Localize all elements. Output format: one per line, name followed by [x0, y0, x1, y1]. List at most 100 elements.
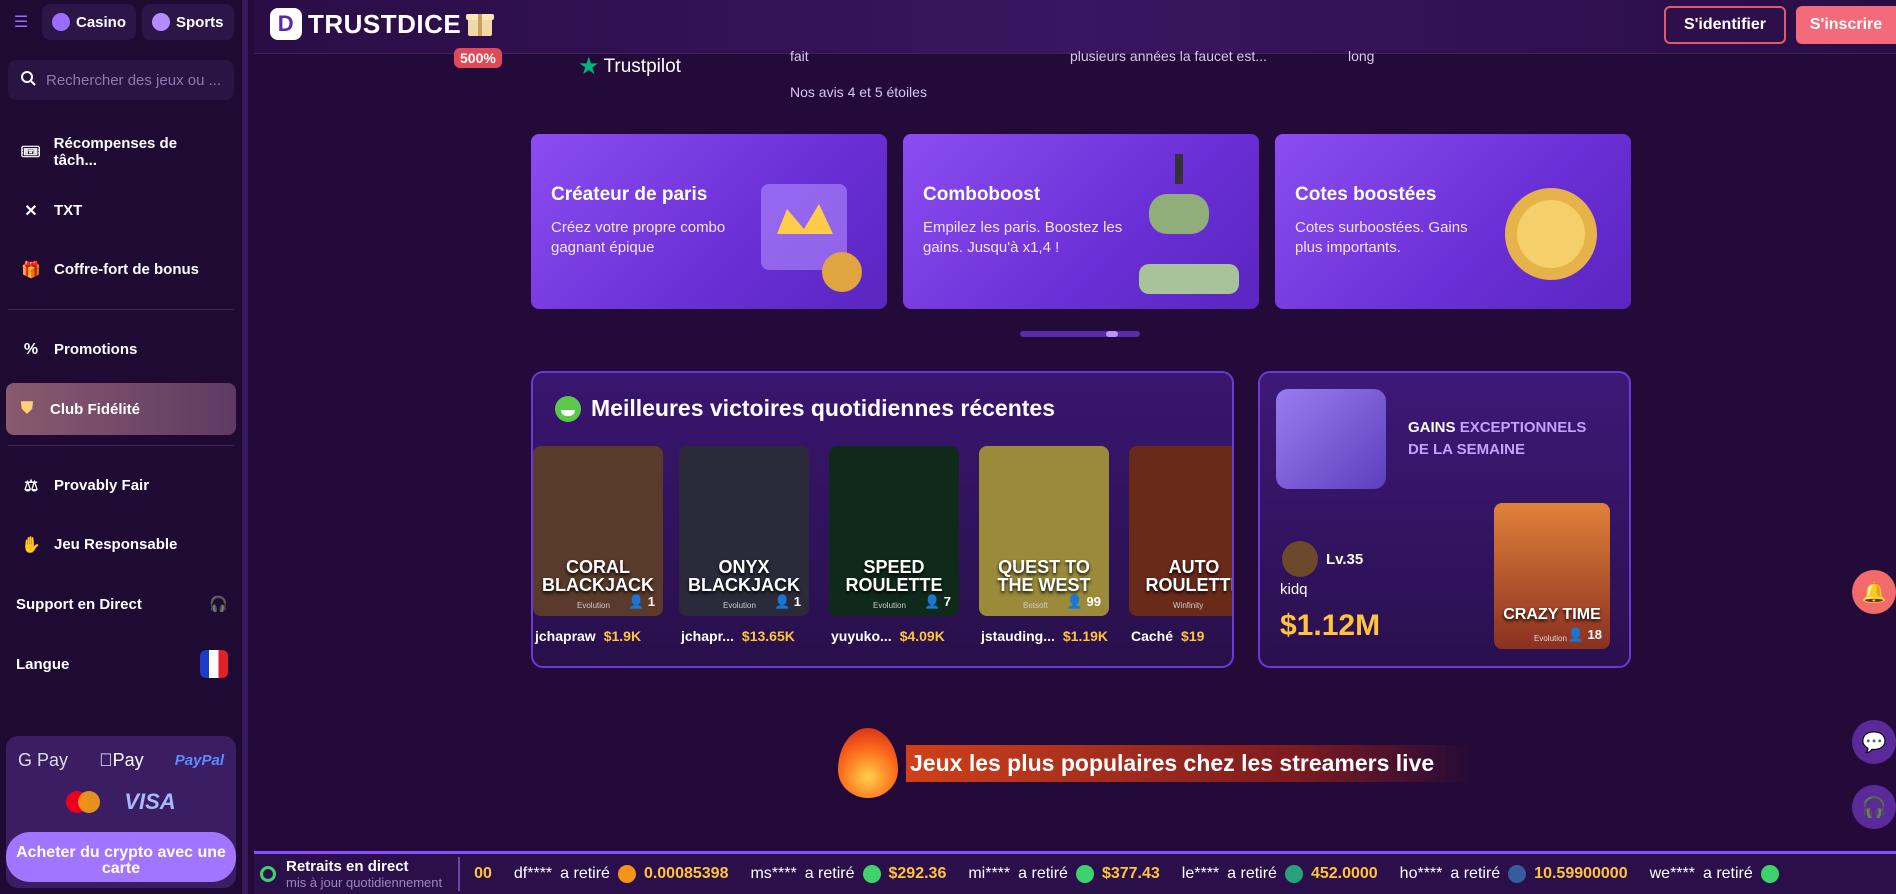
live-withdrawals-ticker: Retraits en direct mis à jour quotidienn… [254, 851, 1896, 894]
game-card[interactable]: AUTO ROULETTE Winfinity [1129, 446, 1232, 616]
daily-wins-title: Meilleures victoires quotidiennes récent… [591, 395, 1055, 421]
sidebar-item-provably-fair[interactable]: ⚖ Provably Fair [0, 456, 242, 515]
vault-icon [1276, 389, 1386, 489]
support-headphones-icon[interactable]: 🎧 [1852, 785, 1896, 829]
divider [8, 445, 234, 446]
language-selector[interactable]: Langue [0, 634, 242, 694]
brand-name: TRUSTDICE [308, 8, 462, 39]
sidebar-item-txt[interactable]: ✕ TXT [0, 181, 242, 240]
tab-casino-label: Casino [76, 13, 127, 31]
game-card[interactable]: SPEED ROULETTE Evolution 👤 7 [829, 446, 959, 616]
live-support[interactable]: Support en Direct 🎧 [0, 574, 242, 634]
winner-user: jchapr... [681, 628, 734, 644]
game-name: SPEED ROULETTE [845, 557, 943, 595]
trustpilot-badge[interactable]: ★ Trustpilot [578, 52, 681, 81]
ticker-amount: 10.59900000 [1534, 865, 1628, 882]
player-count: 👤 1 [627, 594, 655, 609]
ticker-amount: 00 [474, 865, 492, 882]
player-count: 👤 1 [773, 594, 801, 609]
payment-row: G Pay Pay PayPal [18, 750, 224, 771]
game-provider: Winfinity [1173, 601, 1204, 610]
winner-amount: $1.9K [603, 628, 642, 644]
game-provider: Evolution [577, 601, 610, 610]
winner-row: yuyuko... $4.09K [831, 628, 945, 644]
game-card[interactable]: QUEST TO THE WEST Betsoft 👤 99 [979, 446, 1109, 616]
menu-toggle-icon[interactable]: ☰ [6, 7, 36, 37]
player-count: 👤 99 [1066, 594, 1101, 609]
sidebar-item-loyalty-club[interactable]: ⛊ Club Fidélité [6, 383, 236, 435]
sidebar-item-task-rewards[interactable]: 🎟 Récompenses de tâch... [0, 122, 242, 181]
ticker-action: a retiré [1227, 865, 1277, 882]
ticker-user: mi**** [968, 865, 1011, 882]
headphones-icon: 🎧 [209, 596, 228, 613]
game-name: QUEST TO THE WEST [997, 557, 1091, 595]
game-card[interactable]: CORAL BLACKJACK Evolution 👤 1 [533, 446, 663, 616]
ticker-item: ho**** a retiré 10.59900000 [1400, 865, 1628, 883]
money-face-icon [555, 395, 581, 422]
brand-logo[interactable]: D TRUSTDICE [270, 8, 461, 40]
ticker-item: mi**** a retiré $377.43 [968, 865, 1160, 883]
tab-casino[interactable]: Casino [42, 4, 137, 40]
winner-amount: $13.65K [741, 628, 795, 644]
ticker-amount: 452.0000 [1310, 865, 1378, 882]
sidebar: ☰ Casino Sports 🎟 Récompenses de tâch...… [0, 0, 248, 894]
trustpilot-star-icon: ★ [578, 53, 600, 80]
sidebar-item-promotions[interactable]: % Promotions [0, 320, 242, 379]
avatar [1282, 541, 1318, 577]
french-flag-icon [200, 650, 228, 678]
promo-card-comboboost[interactable]: Comboboost Empilez les paris. Boostez le… [903, 134, 1259, 309]
gift-crown-icon [761, 184, 862, 292]
streamers-title: Jeux les plus populaires chez les stream… [906, 744, 1475, 782]
search-input[interactable] [46, 71, 226, 89]
game-card[interactable]: CRAZY TIME Evolution 👤 18 [1494, 503, 1610, 649]
winner-row: jstauding... $1.19K [981, 628, 1108, 644]
live-dot-icon [260, 866, 276, 882]
gift-icon[interactable] [464, 6, 496, 38]
sidebar-item-label: Coffre-fort de bonus [54, 261, 199, 278]
scale-icon: ⚖ [23, 477, 39, 495]
search-box[interactable] [8, 60, 234, 100]
search-icon [20, 70, 36, 91]
money-claw-icon [1139, 154, 1239, 294]
ticker-title: Retraits en direct [286, 858, 409, 875]
winner-amount: $4.09K [899, 628, 945, 644]
notification-bell-icon[interactable]: 🔔 [1852, 570, 1896, 614]
login-button[interactable]: S'identifier [1663, 6, 1786, 44]
winner-row: Caché $19 [1131, 628, 1204, 644]
streamers-heading: Jeux les plus populaires chez les stream… [838, 728, 1475, 798]
chat-icon[interactable]: 💬 [1852, 720, 1896, 764]
winner-username: kidq [1280, 581, 1308, 598]
review-fragment: plusieurs années la faucet est... [1070, 48, 1267, 64]
winner-user: Caché [1131, 628, 1174, 644]
review-fragment: fait [790, 48, 809, 64]
sidebar-item-bonus-vault[interactable]: 🎁 Coffre-fort de bonus [0, 240, 242, 299]
tab-sports[interactable]: Sports [142, 4, 234, 40]
language-label: Langue [16, 655, 70, 673]
ticker-action: a retiré [804, 865, 855, 882]
game-provider: Evolution [723, 601, 756, 610]
ticker-subtitle: mis à jour quotidiennement [286, 875, 443, 890]
ticker-action: a retiré [1702, 865, 1753, 882]
cash-icon [1760, 865, 1779, 883]
buy-crypto-button[interactable]: Acheter du crypto avec une carte [6, 832, 236, 882]
game-card[interactable]: ONYX BLACKJACK Evolution 👤 1 [679, 446, 809, 616]
review-caption: Nos avis 4 et 5 étoiles [790, 84, 927, 100]
sidebar-item-responsible-gaming[interactable]: ✋ Jeu Responsable [0, 515, 242, 574]
register-button[interactable]: S'inscrire [1796, 6, 1896, 44]
ticker-item: we**** a retiré [1650, 865, 1779, 883]
promo-desc: Créez votre propre combo gagnant épique [551, 219, 726, 256]
hand-icon: ✋ [21, 536, 41, 554]
carousel-pagination[interactable] [1020, 331, 1140, 337]
promo-card-bet-builder[interactable]: Créateur de paris Créez votre propre com… [531, 134, 887, 309]
promo-card-boosted-odds[interactable]: Cotes boostées Cotes surboostées. Gains … [1275, 134, 1631, 309]
promo-desc: Cotes surboostées. Gains plus importants… [1295, 219, 1468, 256]
top-header: D TRUSTDICE 500% S'identifier S'inscrire [254, 0, 1896, 68]
ticker-amount: 0.00085398 [643, 865, 729, 882]
sidebar-item-label: TXT [54, 202, 83, 219]
ticker-amount: $377.43 [1101, 865, 1160, 882]
weekly-top-win-panel[interactable]: GAINS EXCEPTIONNELS DE LA SEMAINE Lv.35 … [1258, 371, 1631, 668]
payment-row-2: VISA [18, 789, 224, 815]
weekly-win-amount: $1.12M [1280, 609, 1381, 642]
fire-icon [838, 728, 898, 798]
ticker-action: a retiré [560, 865, 610, 882]
